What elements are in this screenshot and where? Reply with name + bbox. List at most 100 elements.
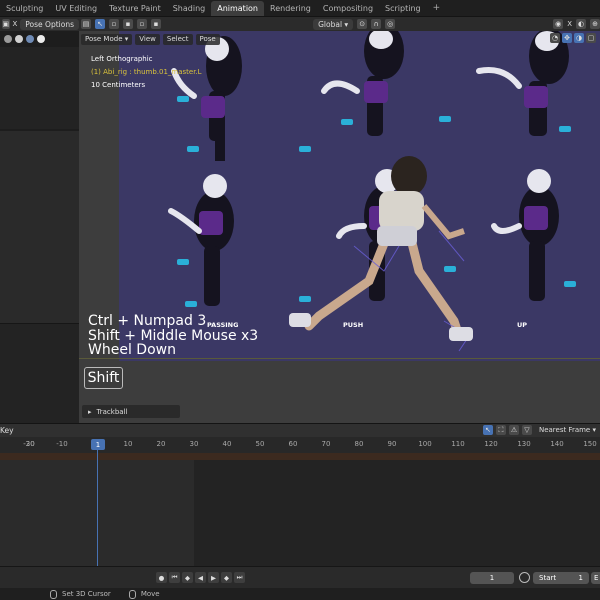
pose-label-push: PUSH <box>343 321 364 329</box>
active-object-label: (1) Abi_rig : thumb.01_master.L <box>91 68 202 76</box>
frame-tick: 100 <box>418 440 432 448</box>
left-panel-upper <box>0 47 79 129</box>
play-icon[interactable]: ▶ <box>208 572 219 583</box>
frame-tick: 90 <box>387 440 397 448</box>
frame-tick: 40 <box>222 440 232 448</box>
end-frame-field[interactable]: E <box>591 572 600 584</box>
tab-rendering[interactable]: Rendering <box>264 1 317 16</box>
viewport-info-overlay: Left Orthographic (1) Abi_rig : thumb.01… <box>91 53 202 92</box>
add-workspace-icon[interactable]: + <box>427 3 447 13</box>
visibility-icon[interactable]: ◔ <box>550 33 560 43</box>
tab-animation[interactable]: Animation <box>211 0 265 16</box>
prev-keyframe-icon[interactable]: ◆ <box>182 572 193 583</box>
timeline-header-tools: ↖ ⛶ ⚠ ▽ Nearest Frame ▾ <box>482 425 600 435</box>
timeline-header: Key ↖ ⛶ ⚠ ▽ Nearest Frame ▾ <box>0 423 600 437</box>
pivot-point-icon[interactable]: ⊙ <box>357 19 368 29</box>
frame-tick: 130 <box>517 440 531 448</box>
play-reverse-icon[interactable]: ◀ <box>195 572 206 583</box>
pose-label-up: UP <box>517 321 528 329</box>
record-icon[interactable]: ● <box>156 572 167 583</box>
mode-dropdown[interactable]: Pose Mode ▾ <box>81 33 133 45</box>
tab-texture-paint[interactable]: Texture Paint <box>103 1 167 16</box>
clock-icon[interactable] <box>519 572 530 583</box>
screencast-keys: Ctrl + Numpad 3 Shift + Middle Mouse x3 … <box>88 314 258 358</box>
select-menu[interactable]: Select <box>162 33 193 45</box>
overlay-icon[interactable]: ◉ <box>553 19 564 29</box>
held-key-indicator: Shift <box>84 367 123 389</box>
playhead[interactable] <box>97 450 98 566</box>
tab-sculpting[interactable]: Sculpting <box>0 1 49 16</box>
select-subtract-icon[interactable]: ▫ <box>137 19 147 29</box>
frame-ruler[interactable]: -30 -20 -10 10 20 30 40 50 60 70 80 90 1… <box>0 437 600 453</box>
last-operator-label: Trackball <box>96 407 128 416</box>
pose-menu[interactable]: Pose <box>195 33 220 45</box>
jump-end-icon[interactable]: ⏭ <box>234 572 245 583</box>
mode-label: Pose Mode <box>85 35 123 43</box>
main-close-label[interactable]: X <box>567 20 572 28</box>
tab-uv-editing[interactable]: UV Editing <box>49 1 103 16</box>
frame-tick: -10 <box>56 440 68 448</box>
material-shading-icon[interactable] <box>26 35 34 43</box>
frame-tick: 80 <box>354 440 364 448</box>
solid-shading-icon[interactable] <box>15 35 23 43</box>
select-invert-icon[interactable]: ▪ <box>151 19 161 29</box>
render-preview-icon[interactable]: ⊕ <box>590 19 600 29</box>
left-close-label[interactable]: X <box>13 20 18 28</box>
tab-scripting[interactable]: Scripting <box>379 1 427 16</box>
current-frame-field[interactable]: 1 <box>470 572 514 584</box>
left-panel-lower <box>0 323 79 423</box>
next-keyframe-icon[interactable]: ◆ <box>221 572 232 583</box>
jump-start-icon[interactable]: ⏮ <box>169 572 180 583</box>
left-panel-middle <box>0 131 79 323</box>
keylog-line-2: Shift + Middle Mouse x3 <box>88 327 259 344</box>
grid-scale-label: 10 Centimeters <box>91 81 146 89</box>
filter-icon[interactable]: ▽ <box>521 425 532 435</box>
frame-tick: 120 <box>484 440 498 448</box>
proportional-edit-icon[interactable]: ◎ <box>385 19 396 29</box>
current-frame-indicator[interactable]: 1 <box>91 439 105 450</box>
workspace-tabbar: Sculpting UV Editing Texture Paint Shadi… <box>0 0 600 17</box>
playback-bar: ● ⏮ ◆ ◀ ▶ ◆ ⏭ 1 Start 1 E <box>0 566 600 588</box>
timeline-select-icon[interactable]: ↖ <box>482 425 493 435</box>
frame-tick: 140 <box>550 440 564 448</box>
timeline-box-icon[interactable]: ⛶ <box>495 425 506 435</box>
floor-grid-line <box>79 358 600 359</box>
status-right-action: Move <box>140 590 160 598</box>
last-operator-panel[interactable]: ▸ Trackball <box>82 405 180 418</box>
overlays-icon[interactable]: ◑ <box>574 33 584 43</box>
editor-type-icon[interactable]: ▣ <box>2 19 10 29</box>
xray-icon[interactable]: ▢ <box>586 33 596 43</box>
start-value: 1 <box>578 574 583 582</box>
viewport-editor-type-icon[interactable]: ▤ <box>81 19 91 29</box>
frame-tick: 60 <box>288 440 298 448</box>
view-name: Left Orthographic <box>91 55 153 63</box>
wireframe-shading-icon[interactable] <box>4 35 12 43</box>
left-mouse-icon <box>50 589 57 599</box>
pose-options-dropdown[interactable]: Pose Options <box>20 18 79 30</box>
tab-shading[interactable]: Shading <box>167 1 212 16</box>
frame-tick: 150 <box>583 440 597 448</box>
select-tool-icon[interactable]: ↖ <box>95 19 105 29</box>
3d-viewport[interactable]: PASSING PUSH UP Pose Mode ▾ View Select … <box>79 31 600 423</box>
viewport-toolbar: Pose Mode ▾ View Select Pose <box>81 32 220 46</box>
interpolation-label: Nearest Frame <box>538 426 591 434</box>
shading-popover-icon[interactable]: ◐ <box>576 19 586 29</box>
warning-icon[interactable]: ⚠ <box>508 425 519 435</box>
start-frame-field[interactable]: Start 1 <box>533 572 589 584</box>
frame-range-bar <box>0 453 600 460</box>
rendered-shading-icon[interactable] <box>37 35 45 43</box>
interpolation-dropdown[interactable]: Nearest Frame ▾ <box>535 426 600 434</box>
frame-tick: 30 <box>189 440 199 448</box>
view-menu[interactable]: View <box>135 33 160 45</box>
select-extend-icon[interactable]: ▪ <box>123 19 133 29</box>
select-box-icon[interactable]: ▫ <box>109 19 119 29</box>
gizmo-icon[interactable]: ✥ <box>562 33 572 43</box>
tab-compositing[interactable]: Compositing <box>317 1 379 16</box>
expand-chevron-icon[interactable]: ▸ <box>88 408 92 416</box>
transform-orientation-dropdown[interactable]: Global ▾ <box>313 18 354 30</box>
timeline-out-of-range <box>194 460 600 566</box>
snap-icon[interactable]: ∩ <box>371 19 382 29</box>
keying-menu[interactable]: Key <box>0 426 14 435</box>
left-shading-tools <box>0 33 79 45</box>
frame-tick: 50 <box>255 440 265 448</box>
